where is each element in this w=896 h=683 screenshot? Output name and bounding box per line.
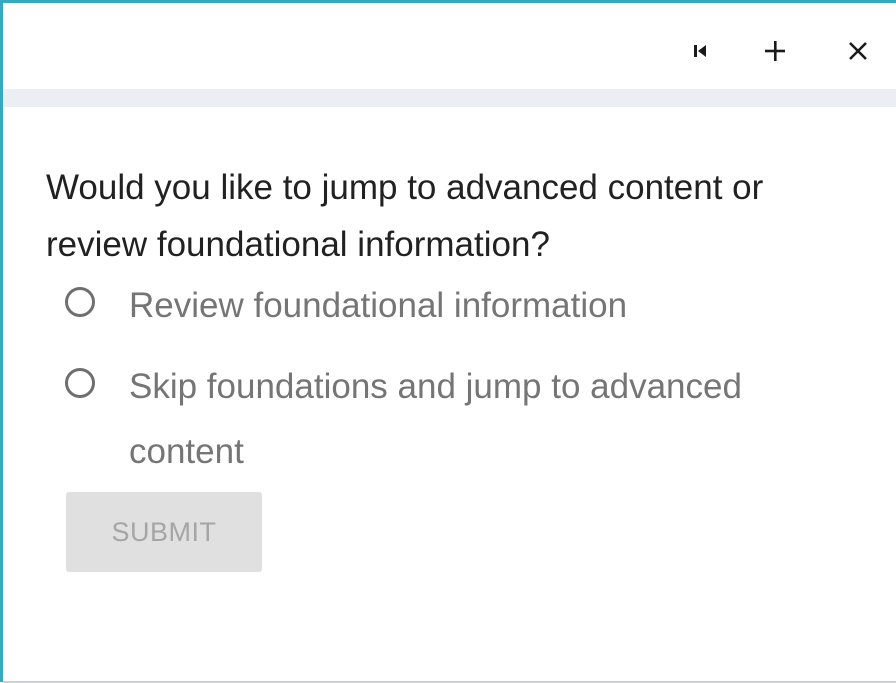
question-panel: Would you like to jump to advanced conte…: [0, 0, 896, 683]
skip-to-start-button[interactable]: [682, 33, 718, 69]
close-icon: [849, 42, 867, 60]
skip-to-start-icon: [694, 45, 706, 57]
radio-button[interactable]: [65, 368, 95, 398]
panel-toolbar: [3, 3, 896, 89]
radio-button[interactable]: [65, 287, 95, 317]
option-skip-to-advanced[interactable]: Skip foundations and jump to advanced co…: [65, 359, 829, 484]
toolbar-divider: [3, 89, 896, 107]
add-icon: [765, 41, 785, 61]
option-review-foundational[interactable]: Review foundational information: [65, 278, 829, 338]
close-button[interactable]: [840, 33, 876, 69]
add-button[interactable]: [757, 33, 793, 69]
option-label: Skip foundations and jump to advanced co…: [129, 367, 742, 471]
option-label: Review foundational information: [129, 286, 628, 325]
submit-button[interactable]: SUBMIT: [66, 492, 262, 572]
question-text: Would you like to jump to advanced conte…: [46, 168, 764, 264]
